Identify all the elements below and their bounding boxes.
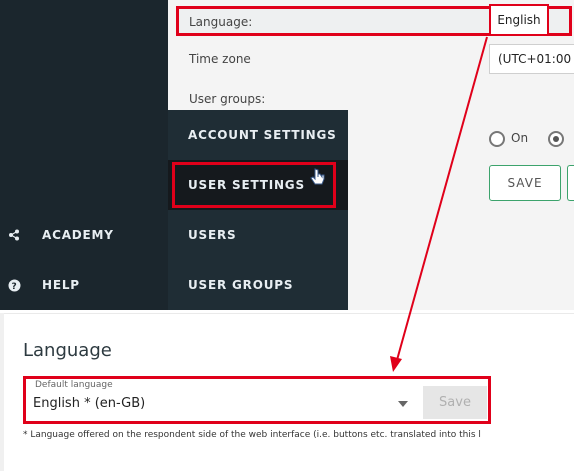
- default-language-select[interactable]: English * (en-GB): [33, 396, 145, 411]
- section-divider: [0, 313, 574, 314]
- submenu-item-label: USER GROUPS: [188, 278, 294, 292]
- language-save-button[interactable]: Save: [423, 386, 487, 419]
- default-language-legend: Default language: [33, 380, 115, 390]
- language-label: Language:: [189, 15, 253, 29]
- sidebar: ACADEMY ? HELP: [0, 0, 168, 310]
- settings-submenu: ACCOUNT SETTINGS USER SETTINGS USERS USE…: [168, 110, 348, 310]
- submenu-item-users[interactable]: USERS: [168, 210, 348, 260]
- language-section-title: Language: [23, 340, 112, 361]
- hand-cursor-icon: [310, 168, 326, 192]
- submenu-item-label: USERS: [188, 228, 237, 242]
- sidebar-item-academy[interactable]: ACADEMY: [0, 210, 168, 260]
- help-icon: ?: [0, 279, 28, 292]
- secondary-button[interactable]: [567, 165, 574, 201]
- share-icon: [0, 229, 28, 241]
- radio-on[interactable]: [489, 131, 505, 147]
- sidebar-item-label: HELP: [42, 278, 80, 292]
- user-groups-label: User groups:: [189, 92, 266, 106]
- submenu-item-user-groups[interactable]: USER GROUPS: [168, 260, 348, 310]
- submenu-item-label: ACCOUNT SETTINGS: [188, 128, 337, 142]
- radio-on-label: On: [511, 131, 529, 145]
- sidebar-item-label: ACADEMY: [42, 228, 114, 242]
- chevron-down-icon[interactable]: [398, 401, 408, 407]
- language-footnote: * Language offered on the respondent sid…: [23, 430, 481, 440]
- page-edge: [0, 313, 4, 471]
- sidebar-item-help[interactable]: ? HELP: [0, 260, 168, 310]
- language-select[interactable]: English: [489, 4, 549, 36]
- svg-text:?: ?: [11, 282, 17, 292]
- radio-off[interactable]: [548, 131, 564, 147]
- timezone-label: Time zone: [189, 52, 251, 66]
- timezone-select[interactable]: (UTC+01:00: [489, 44, 574, 74]
- submenu-item-account-settings[interactable]: ACCOUNT SETTINGS: [168, 110, 348, 160]
- save-button[interactable]: SAVE: [489, 165, 561, 201]
